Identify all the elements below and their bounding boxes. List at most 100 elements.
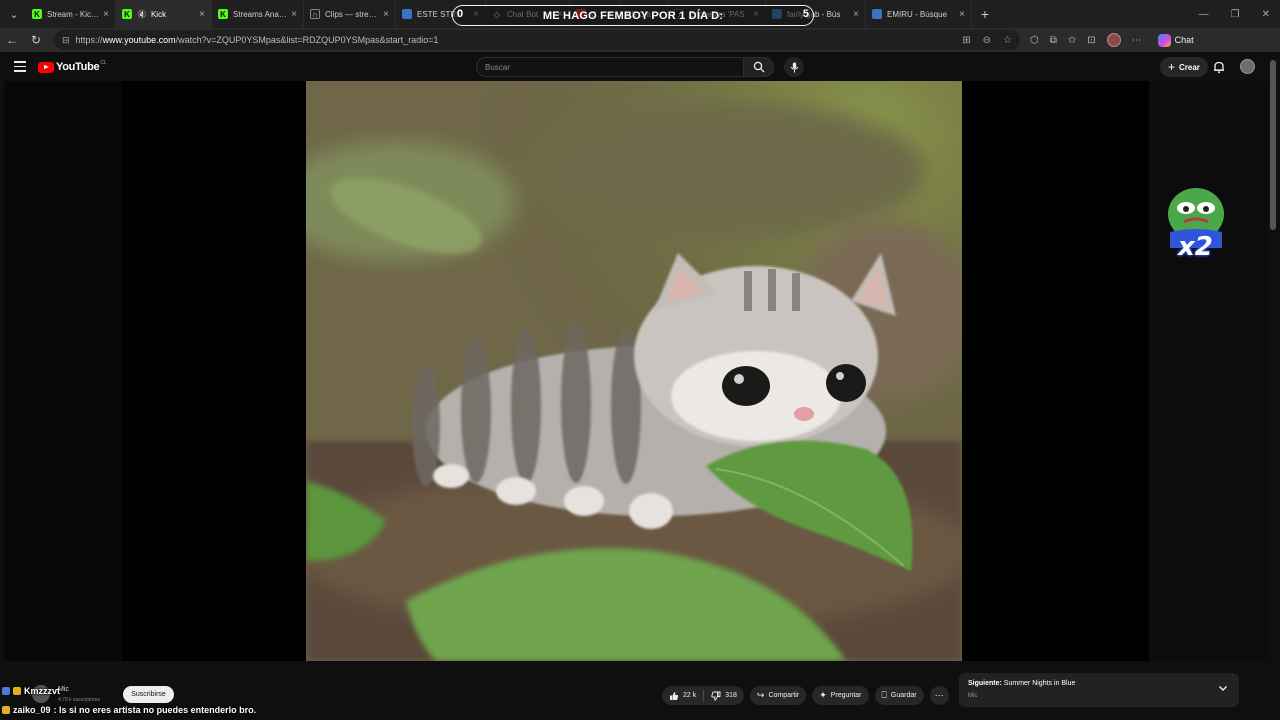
window-controls: — ❐ ✕ — [1199, 9, 1280, 20]
chat-text: : Is si no eres artista no puedes entend… — [53, 705, 257, 715]
share-icon: ↪ — [756, 690, 765, 700]
ask-label: Preguntar — [830, 692, 862, 699]
thumbs-up-icon — [670, 691, 679, 700]
save-label: Guardar — [890, 692, 917, 699]
share-label: Compartir — [768, 692, 800, 699]
browser-tab[interactable]: ∩ Clips — stream × — [304, 0, 396, 28]
banner-right-count: 5 — [802, 8, 809, 20]
up-next-prefix: Siguiente: — [968, 680, 1002, 687]
copilot-icon — [1157, 33, 1171, 47]
url-host: www.youtube.com — [102, 35, 176, 45]
close-tab-icon[interactable]: × — [199, 9, 205, 20]
youtube-logo[interactable]: YouTube CL — [38, 60, 107, 73]
letterbox-right — [1149, 81, 1267, 661]
kick-favicon-icon: K — [218, 9, 228, 19]
up-next-line: Siguiente: Summer Nights in Blue — [968, 680, 1075, 687]
save-bookmark-icon: ⎕ — [881, 690, 887, 700]
banner-text: ME HAGO FEMBOY POR 1 DÍA D: — [542, 9, 724, 22]
dislike-count: 318 — [725, 692, 737, 699]
browser-tab[interactable]: K 🔇 Kick × — [116, 0, 212, 28]
close-tab-icon[interactable]: × — [959, 9, 965, 20]
save-button[interactable]: ⎕ Guardar — [874, 686, 924, 705]
chat-username: Kmzzzvt — [24, 686, 61, 696]
tab-title: Stream - Kick D — [47, 9, 100, 19]
browser-tab[interactable]: EMIRU - Búsque × — [866, 0, 972, 28]
minimize-icon[interactable]: — — [1199, 9, 1209, 20]
split-screen-icon[interactable]: ⧉ — [1050, 35, 1057, 46]
close-tab-icon[interactable]: × — [291, 9, 297, 20]
back-icon[interactable]: ← — [0, 33, 24, 47]
url-path: /watch?v=ZQUP0YSMpas&list=RDZQUP0YSMpas&… — [175, 35, 439, 45]
blue-favicon-icon — [402, 9, 412, 19]
more-dots-icon: ⋯ — [934, 690, 944, 700]
bookmark-star-icon[interactable]: ☆ — [1003, 35, 1012, 46]
voice-search-button[interactable] — [784, 57, 804, 77]
search-input[interactable] — [476, 57, 744, 77]
collections-icon[interactable]: ⊡ — [1087, 35, 1095, 46]
chevron-down-icon[interactable] — [1217, 682, 1229, 694]
youtube-logo-text: YouTube — [56, 61, 100, 73]
app-available-icon[interactable]: ⊞ — [962, 35, 970, 46]
browser-tab[interactable]: K Stream - Kick D × — [26, 0, 116, 28]
browser-tab[interactable]: K Streams Analyti × — [212, 0, 304, 28]
tab-title: EMIRU - Búsque — [887, 9, 948, 19]
muted-speaker-icon[interactable]: 🔇 — [137, 10, 147, 19]
like-button[interactable]: 22 k — [662, 686, 703, 705]
youtube-header: YouTube CL + Crear — [0, 52, 1280, 82]
account-avatar[interactable] — [1240, 59, 1255, 74]
site-info-icon[interactable]: ⊟ — [62, 35, 70, 46]
page-scrollbar[interactable] — [1270, 60, 1276, 230]
url-prefix: https:// — [75, 35, 103, 45]
up-next-title: Summer Nights in Blue — [1003, 680, 1076, 687]
profile-avatar[interactable] — [1106, 33, 1121, 47]
restore-icon[interactable]: ❐ — [1231, 9, 1240, 20]
search-button[interactable] — [744, 57, 774, 77]
menu-icon[interactable] — [14, 61, 26, 72]
favorites-icon[interactable]: ✩ — [1068, 35, 1076, 46]
extensions-icon[interactable]: ⬡ — [1030, 35, 1039, 46]
plus-icon: + — [1168, 60, 1176, 74]
zoom-icon[interactable]: ⊖ — [983, 35, 991, 46]
emote-multiplier: x2 — [1178, 232, 1213, 262]
tab-title: Kick — [150, 9, 167, 19]
reload-icon[interactable]: ↻ — [24, 33, 48, 47]
search-icon — [753, 61, 764, 73]
create-label: Crear — [1179, 62, 1200, 72]
create-button[interactable]: + Crear — [1160, 57, 1208, 77]
close-tab-icon[interactable]: × — [853, 9, 859, 20]
copilot-chat-button[interactable]: Chat — [1157, 33, 1194, 47]
country-code: CL — [100, 60, 107, 66]
share-button[interactable]: ↪ Compartir — [749, 686, 807, 705]
chat-badge-icon — [2, 687, 10, 695]
up-next-card[interactable]: Siguiente: Summer Nights in Blue Mic — [959, 673, 1239, 707]
stream-chat-overlay: Kmzzzvt zaiko_09 : Is si no eres artista… — [0, 686, 350, 720]
address-bar-row: ← ↻ ⊟ https://www.youtube.com/watch?v=ZQ… — [0, 28, 1280, 52]
close-tab-icon[interactable]: × — [103, 9, 109, 20]
kick-muted-favicon-icon: K — [122, 9, 132, 19]
mic-icon — [790, 62, 798, 72]
dislike-button[interactable]: 318 — [704, 686, 744, 705]
more-menu-icon[interactable]: ⋯ — [1132, 35, 1142, 46]
chat-message: zaiko_09 : Is si no eres artista no pued… — [2, 705, 256, 715]
kitten-video-image — [306, 81, 962, 661]
close-window-icon[interactable]: ✕ — [1262, 9, 1270, 20]
video-actions: 22 k 318 ↪ Compartir ✦ Preguntar ⎕ Guard… — [662, 686, 949, 705]
chat-username: zaiko_09 — [13, 705, 51, 715]
close-tab-icon[interactable]: × — [383, 9, 389, 20]
ask-button[interactable]: ✦ Preguntar — [812, 686, 869, 705]
banner-left-count: 0 — [457, 8, 464, 20]
video-frame[interactable] — [306, 81, 962, 661]
kick-favicon-icon: K — [32, 9, 42, 19]
notifications-bell-icon[interactable] — [1212, 60, 1226, 74]
tab-search-button[interactable]: ⌄ — [2, 4, 26, 24]
up-next-artist: Mic — [968, 693, 978, 699]
sparkle-icon: ✦ — [819, 690, 827, 700]
address-bar[interactable]: ⊟ https://www.youtube.com/watch?v=ZQUP0Y… — [54, 30, 1020, 50]
search-bar — [476, 57, 774, 77]
new-tab-button[interactable]: + — [972, 6, 998, 22]
more-actions-button[interactable]: ⋯ — [929, 686, 949, 705]
tab-title: Streams Analyti — [233, 9, 288, 19]
browser-window: ⌄ K Stream - Kick D × K 🔇 Kick × K Streams Analy… — [0, 0, 1280, 720]
like-count: 22 k — [683, 692, 697, 699]
chat-badge-icon — [2, 706, 10, 714]
